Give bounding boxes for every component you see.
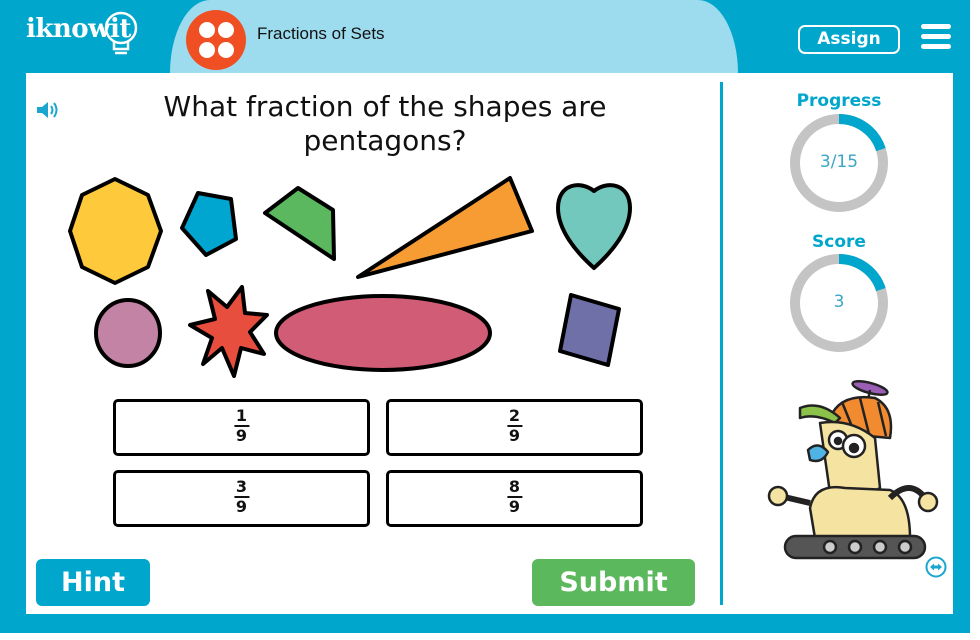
fraction: 8 9: [506, 477, 523, 516]
denominator: 9: [235, 497, 248, 516]
circle-shape: [94, 298, 162, 368]
numerator: 3: [233, 477, 250, 498]
pentagon-shape: [180, 191, 238, 257]
iknowit-logo[interactable]: iknowit: [26, 11, 138, 55]
fraction: 3 9: [233, 477, 250, 516]
hamburger-menu-icon[interactable]: [921, 24, 951, 50]
answer-option[interactable]: 2 9: [386, 399, 643, 456]
numerator: 2: [506, 406, 523, 427]
question-text: What fraction of the shapes are pentagon…: [163, 90, 607, 157]
progress-label: Progress: [796, 91, 882, 111]
numerator: 1: [233, 406, 250, 427]
robot-mascot: [767, 380, 939, 560]
four-dots-icon: [186, 10, 246, 70]
expand-arrows-icon[interactable]: [925, 556, 947, 578]
square-shape: [558, 293, 621, 367]
answer-option[interactable]: 8 9: [386, 470, 643, 527]
score-value: 3: [833, 292, 845, 312]
lightbulb-icon: [104, 11, 138, 55]
edge-strip: [970, 0, 980, 640]
lesson-title: Fractions of Sets: [257, 24, 385, 43]
trapezoid-shape: [263, 186, 336, 261]
triangle-shape: [356, 176, 534, 279]
denominator: 9: [235, 426, 248, 445]
denominator: 9: [508, 426, 521, 445]
progress-value: 3/15: [819, 152, 859, 172]
panel-divider: [720, 82, 723, 605]
fraction: 2 9: [506, 406, 523, 445]
denominator: 9: [508, 497, 521, 516]
star-shape: [188, 285, 269, 378]
edge-strip: [0, 633, 980, 640]
octagon-shape: [68, 177, 163, 285]
assign-button[interactable]: Assign: [798, 25, 900, 54]
hint-button[interactable]: Hint: [36, 559, 150, 606]
submit-button[interactable]: Submit: [532, 559, 695, 606]
numerator: 8: [506, 477, 523, 498]
shapes-set: [68, 176, 632, 378]
oval-shape: [274, 294, 492, 372]
fraction: 1 9: [233, 406, 250, 445]
answer-option[interactable]: 3 9: [113, 470, 370, 527]
score-label: Score: [812, 232, 866, 252]
speaker-icon[interactable]: [35, 100, 63, 120]
heart-shape: [556, 183, 632, 270]
answer-option[interactable]: 1 9: [113, 399, 370, 456]
lesson-tab: [170, 0, 738, 73]
